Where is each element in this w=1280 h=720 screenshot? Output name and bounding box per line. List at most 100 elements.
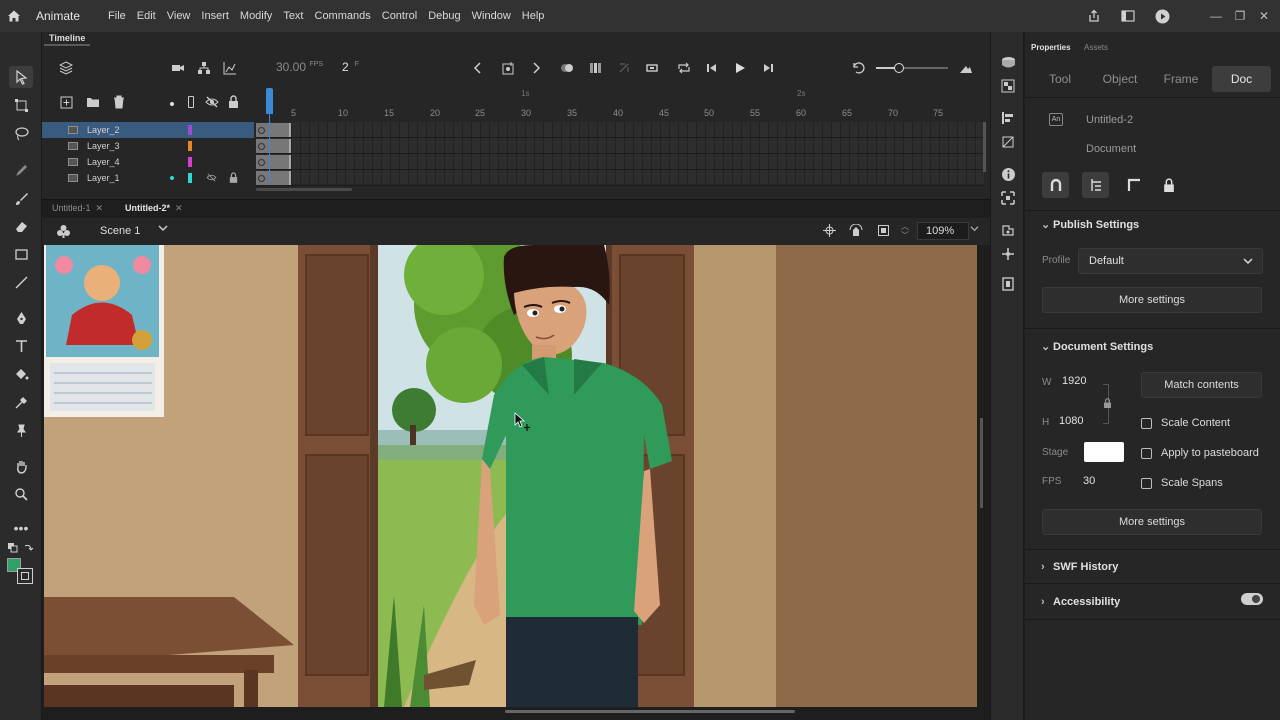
paint-bucket-tool-icon[interactable] xyxy=(9,363,33,385)
publish-more-settings-button[interactable]: More settings xyxy=(1042,287,1262,313)
close-tab-icon[interactable]: ✕ xyxy=(175,203,183,213)
fit-frames-icon[interactable] xyxy=(958,60,974,76)
lock-guides-icon[interactable] xyxy=(1155,172,1182,198)
components-icon[interactable] xyxy=(1000,222,1016,238)
code-snippets-icon[interactable] xyxy=(1000,246,1016,262)
menu-window[interactable]: Window xyxy=(472,10,511,22)
snap-center-icon[interactable] xyxy=(823,224,836,240)
clip-canvas-icon[interactable] xyxy=(878,225,889,236)
next-keyframe-icon[interactable] xyxy=(528,60,544,76)
layer-color-swatch[interactable] xyxy=(188,173,192,183)
menu-control[interactable]: Control xyxy=(382,10,417,22)
tab-assets[interactable]: Assets xyxy=(1084,43,1108,52)
stroke-color-swatch[interactable] xyxy=(17,568,33,584)
outline-icon[interactable] xyxy=(188,96,194,108)
layer-name[interactable]: Layer_1 xyxy=(87,173,120,183)
insert-keyframe-icon[interactable] xyxy=(500,60,516,76)
menu-edit[interactable]: Edit xyxy=(137,10,156,22)
scene-name[interactable]: Scene 1 xyxy=(100,225,140,237)
layer-name[interactable]: Layer_3 xyxy=(87,141,120,151)
frame-picker-icon[interactable] xyxy=(1000,276,1016,292)
eraser-tool-icon[interactable] xyxy=(9,215,33,237)
height-input[interactable]: 1080 xyxy=(1059,415,1083,427)
line-tool-icon[interactable] xyxy=(9,271,33,293)
lock-all-icon[interactable] xyxy=(228,95,239,111)
graph-icon[interactable] xyxy=(222,60,238,76)
lock-icon[interactable] xyxy=(229,172,238,185)
frame-ruler[interactable]: 1s 2s 5 10 15 20 25 30 35 40 45 50 55 60… xyxy=(256,88,984,120)
workspace-icon[interactable] xyxy=(1116,0,1140,32)
menu-modify[interactable]: Modify xyxy=(240,10,272,22)
width-input[interactable]: 1920 xyxy=(1062,375,1086,387)
frame-row[interactable] xyxy=(256,122,984,138)
zoom-dropdown-chevron-icon[interactable] xyxy=(970,224,979,236)
minimize-icon[interactable]: — xyxy=(1204,0,1228,32)
eye-hidden-icon[interactable] xyxy=(206,173,217,184)
more-tools-icon[interactable]: ••• xyxy=(9,517,33,539)
doc-tab-untitled-2[interactable]: Untitled-2* ✕ xyxy=(125,203,183,214)
swf-history-header[interactable]: › SWF History xyxy=(1041,561,1118,573)
scale-spans-checkbox[interactable] xyxy=(1141,478,1152,489)
home-icon[interactable] xyxy=(0,0,28,32)
timeline-hscrollbar[interactable] xyxy=(256,188,352,191)
menu-debug[interactable]: Debug xyxy=(428,10,460,22)
layer-parenting-icon[interactable] xyxy=(196,60,212,76)
subtab-object[interactable]: Object xyxy=(1095,66,1145,92)
link-aspect-lock-icon[interactable] xyxy=(1103,398,1112,411)
doc-tab-untitled-1[interactable]: Untitled-1 ✕ xyxy=(52,203,103,214)
frame-row[interactable] xyxy=(256,138,984,154)
zoom-tool-icon[interactable] xyxy=(9,483,33,505)
close-tab-icon[interactable]: ✕ xyxy=(96,203,104,213)
onion-skin-icon[interactable] xyxy=(559,60,575,76)
menu-commands[interactable]: Commands xyxy=(315,10,371,22)
snap-to-objects-icon[interactable] xyxy=(1042,172,1069,198)
rulers-icon[interactable] xyxy=(1120,172,1147,198)
eyedropper-tool-icon[interactable] xyxy=(9,391,33,413)
fps-display[interactable]: 30.00 FPS xyxy=(276,60,323,74)
stage-canvas[interactable] xyxy=(44,245,977,707)
step-back-icon[interactable] xyxy=(704,60,720,76)
layer-color-swatch[interactable] xyxy=(188,141,192,151)
menu-view[interactable]: View xyxy=(167,10,191,22)
frame-row[interactable] xyxy=(256,170,984,186)
accessibility-header[interactable]: › Accessibility xyxy=(1041,596,1120,608)
play-icon[interactable] xyxy=(732,60,748,76)
document-settings-header[interactable]: ⌄ Document Settings xyxy=(1041,340,1153,353)
menu-help[interactable]: Help xyxy=(522,10,545,22)
layer-name[interactable]: Layer_2 xyxy=(87,125,120,135)
color-icon[interactable] xyxy=(1000,134,1016,150)
menu-file[interactable]: File xyxy=(108,10,126,22)
keyframe-span[interactable] xyxy=(256,139,291,153)
undo-zoom-icon[interactable] xyxy=(850,60,866,76)
transform-icon[interactable] xyxy=(1000,190,1016,206)
close-icon[interactable]: ✕ xyxy=(1252,0,1276,32)
prev-keyframe-icon[interactable] xyxy=(470,60,486,76)
stage-vscrollbar[interactable] xyxy=(980,418,983,508)
frame-row[interactable] xyxy=(256,154,984,170)
step-forward-icon[interactable] xyxy=(760,60,776,76)
fps-input[interactable]: 30 xyxy=(1083,475,1095,487)
edit-multiple-frames-icon[interactable] xyxy=(588,60,604,76)
info-icon[interactable] xyxy=(1000,166,1016,182)
pin-tool-icon[interactable] xyxy=(9,419,33,441)
accessibility-toggle[interactable] xyxy=(1241,593,1263,605)
apply-to-pasteboard-checkbox[interactable] xyxy=(1141,448,1152,459)
profile-select[interactable]: Default xyxy=(1078,248,1263,274)
zoom-field[interactable]: 109% xyxy=(917,222,969,240)
pencil-tool-icon[interactable] xyxy=(9,159,33,181)
timeline-zoom-slider[interactable] xyxy=(876,63,948,73)
layer-name[interactable]: Layer_4 xyxy=(87,157,120,167)
loop-icon[interactable] xyxy=(644,60,660,76)
stage-color-swatch[interactable] xyxy=(1084,442,1124,462)
restore-icon[interactable]: ❐ xyxy=(1228,0,1252,32)
highlight-layer-icon[interactable] xyxy=(170,102,174,106)
tab-properties[interactable]: Properties xyxy=(1031,43,1071,52)
text-tool-icon[interactable] xyxy=(9,335,33,357)
subtab-tool[interactable]: Tool xyxy=(1037,66,1083,92)
brush-tool-icon[interactable] xyxy=(9,187,33,209)
layer-color-swatch[interactable] xyxy=(188,157,192,167)
document-more-settings-button[interactable]: More settings xyxy=(1042,509,1262,535)
keyframe-span[interactable] xyxy=(256,123,291,137)
stage-hscrollbar[interactable] xyxy=(505,710,795,713)
zoom-stepper-icon[interactable]: ︿ ﹀ xyxy=(901,222,909,240)
